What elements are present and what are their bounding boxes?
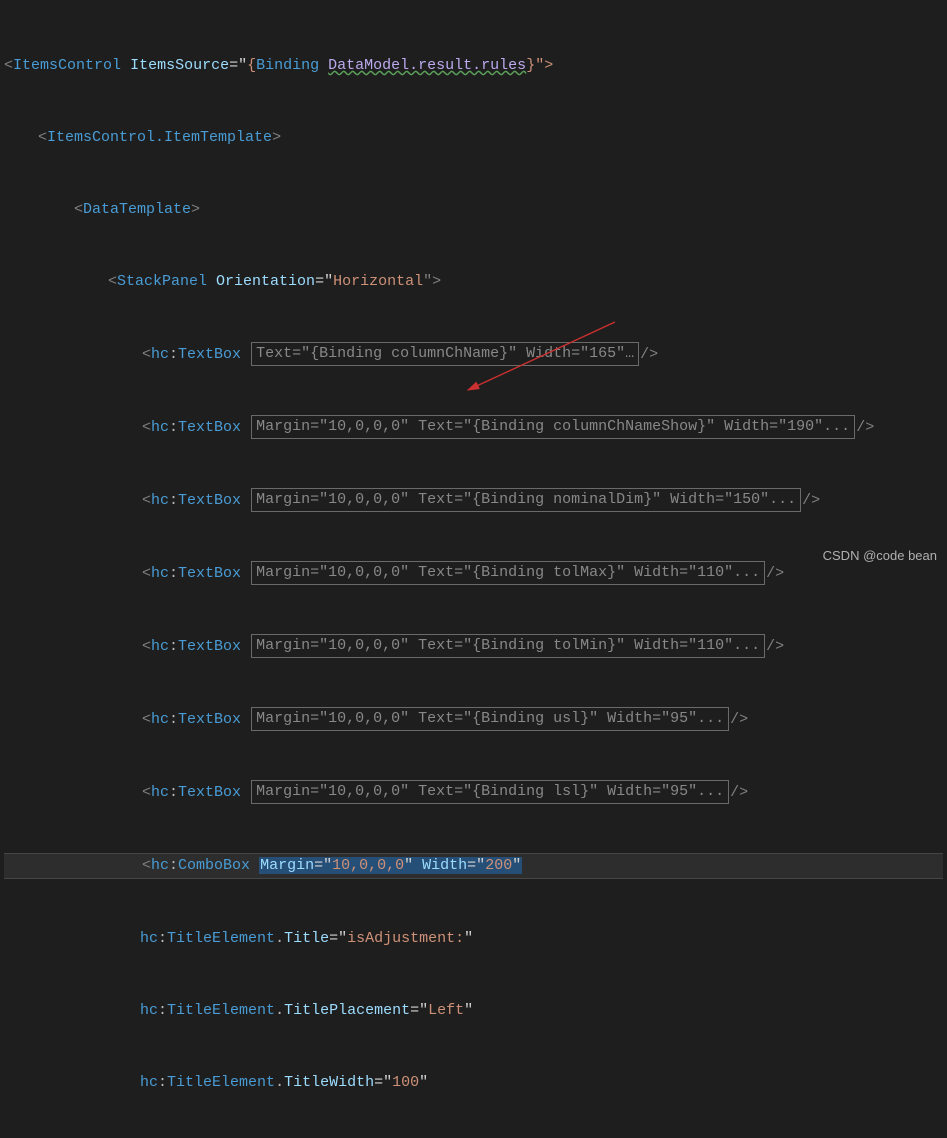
collapsed-attrs-region[interactable]: Margin="10,0,0,0" Text="{Binding lsl}" W… xyxy=(251,780,729,804)
code-line: <ItemsControl ItemsSource="{Binding Data… xyxy=(4,54,943,78)
code-line: hc:TitleElement.TitlePlacement="Left" xyxy=(4,999,943,1023)
code-line: <StackPanel Orientation="Horizontal"> xyxy=(4,270,943,294)
code-line: <hc:TextBox Text="{Binding columnChName}… xyxy=(4,342,943,367)
code-line: <hc:TextBox Margin="10,0,0,0" Text="{Bin… xyxy=(4,415,943,440)
code-line: <hc:TextBox Margin="10,0,0,0" Text="{Bin… xyxy=(4,780,943,805)
collapsed-attrs-region[interactable]: Margin="10,0,0,0" Text="{Binding nominal… xyxy=(251,488,801,512)
code-line: <hc:TextBox Margin="10,0,0,0" Text="{Bin… xyxy=(4,707,943,732)
collapsed-attrs-region[interactable]: Margin="10,0,0,0" Text="{Binding usl}" W… xyxy=(251,707,729,731)
code-line-active: <hc:ComboBox Margin="10,0,0,0" Width="20… xyxy=(4,853,943,879)
code-line: <hc:TextBox Margin="10,0,0,0" Text="{Bin… xyxy=(4,634,943,659)
collapsed-attrs-region[interactable]: Text="{Binding columnChName}" Width="165… xyxy=(251,342,639,366)
code-line: hc:TitleElement.TitleWidth="100" xyxy=(4,1071,943,1095)
collapsed-attrs-region[interactable]: Margin="10,0,0,0" Text="{Binding columnC… xyxy=(251,415,855,439)
code-line: <hc:TextBox Margin="10,0,0,0" Text="{Bin… xyxy=(4,561,943,586)
collapsed-attrs-region[interactable]: Margin="10,0,0,0" Text="{Binding tolMax}… xyxy=(251,561,765,585)
code-line: <ItemsControl.ItemTemplate> xyxy=(4,126,943,150)
watermark-text: CSDN @code bean xyxy=(823,548,937,563)
code-line: hc:TitleElement.Title="isAdjustment:" xyxy=(4,927,943,951)
code-editor: <ItemsControl ItemsSource="{Binding Data… xyxy=(0,0,947,1138)
collapsed-attrs-region[interactable]: Margin="10,0,0,0" Text="{Binding tolMin}… xyxy=(251,634,765,658)
code-line: <DataTemplate> xyxy=(4,198,943,222)
code-line: <hc:TextBox Margin="10,0,0,0" Text="{Bin… xyxy=(4,488,943,513)
